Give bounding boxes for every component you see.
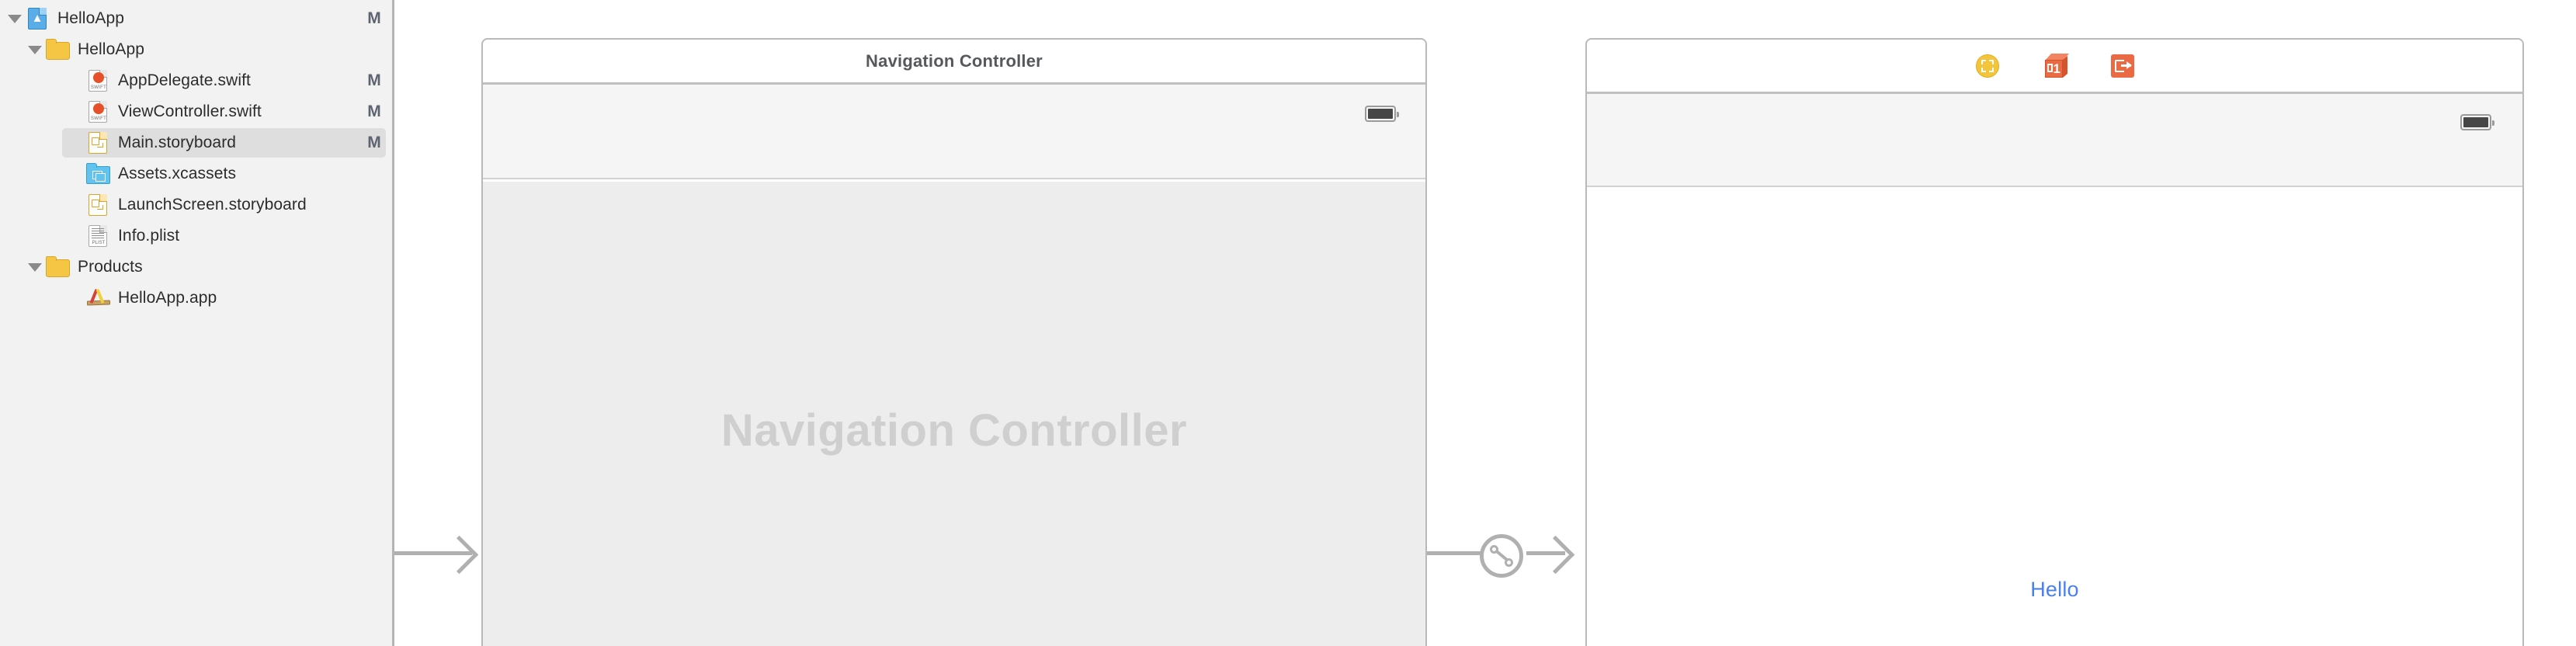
scene-dock[interactable]: 1 — [1587, 40, 2522, 94]
battery-full-icon — [1365, 106, 1399, 122]
view-controller-scene[interactable]: 1 Hello — [1585, 38, 2524, 646]
disclosure-triangle-icon[interactable] — [25, 262, 45, 272]
scene-body[interactable]: Hello — [1587, 189, 2522, 646]
navigator-row-helloapp-folder[interactable]: HelloApp — [0, 34, 392, 65]
segue-line-left — [1427, 551, 1483, 555]
navigator-row-helloapp-project[interactable]: ▲ HelloApp M — [0, 3, 392, 34]
navigator-row-label: ViewController.swift — [118, 102, 262, 120]
disclosure-triangle-icon[interactable] — [5, 14, 25, 23]
xcode-window: ▲ HelloApp M HelloApp SWIFT AppDelegate.… — [0, 0, 2576, 646]
navigation-controller-scene[interactable]: Navigation Controller Navigation Control… — [481, 38, 1427, 646]
navigator-row-label: HelloApp.app — [118, 289, 217, 307]
navigator-row-label: LaunchScreen.storyboard — [118, 196, 307, 214]
hello-label[interactable]: Hello — [1587, 578, 2522, 602]
disclosure-triangle-icon[interactable] — [25, 45, 45, 54]
status-badge: M — [367, 71, 381, 89]
status-badge: M — [367, 134, 381, 151]
swift-file-icon: SWIFT — [85, 68, 110, 93]
navigation-bar — [1587, 94, 2522, 187]
segue-arrowhead — [1536, 535, 1575, 575]
folder-icon — [45, 37, 70, 62]
swift-file-icon: SWIFT — [85, 99, 110, 124]
scene-title: Navigation Controller — [866, 50, 1043, 71]
folder-icon — [45, 255, 70, 280]
scene-body[interactable]: Navigation Controller — [483, 182, 1425, 646]
scene-header[interactable]: Navigation Controller — [483, 40, 1425, 85]
project-navigator[interactable]: ▲ HelloApp M HelloApp SWIFT AppDelegate.… — [0, 0, 394, 646]
navigator-row-label: Assets.xcassets — [118, 165, 237, 182]
scene-placeholder-title: Navigation Controller — [720, 405, 1188, 456]
view-controller-icon[interactable] — [1974, 53, 2001, 79]
storyboard-canvas[interactable]: Navigation Controller Navigation Control… — [394, 0, 2576, 646]
navigation-bar — [483, 85, 1425, 179]
storyboard-entry-point-arrow[interactable] — [394, 535, 484, 575]
navigator-row-products[interactable]: Products — [0, 252, 392, 283]
xcassets-icon — [85, 162, 110, 186]
first-responder-icon[interactable]: 1 — [2042, 53, 2069, 79]
navigator-row-assets-xcassets[interactable]: Assets.xcassets — [0, 158, 392, 189]
navigator-row-label: AppDelegate.swift — [118, 71, 251, 89]
status-badge: M — [367, 102, 381, 120]
navigator-row-label: HelloApp — [78, 40, 145, 58]
navigator-row-launchscreen-storyboard[interactable]: LaunchScreen.storyboard — [0, 189, 392, 221]
navigator-row-label: HelloApp — [57, 9, 125, 27]
plist-file-icon: PLIST — [85, 224, 110, 248]
battery-full-icon — [2460, 114, 2494, 130]
xcode-project-icon: ▲ — [25, 6, 50, 31]
root-view-controller-relationship-segue[interactable] — [1427, 534, 1590, 578]
status-badge: M — [367, 9, 381, 27]
relationship-segue-badge-icon[interactable] — [1480, 534, 1523, 578]
entry-point-arrowhead — [439, 535, 479, 575]
navigator-row-main-storyboard[interactable]: Main.storyboard M — [0, 127, 392, 158]
navigator-row-label: Products — [78, 258, 143, 276]
navigator-row-appdelegate-swift[interactable]: SWIFT AppDelegate.swift M — [0, 65, 392, 96]
storyboard-file-icon — [85, 130, 110, 155]
exit-icon[interactable] — [2109, 53, 2136, 79]
app-product-icon — [85, 286, 111, 311]
navigator-row-label: Main.storyboard — [118, 134, 237, 151]
navigator-row-info-plist[interactable]: PLIST Info.plist — [0, 221, 392, 252]
navigator-row-viewcontroller-swift[interactable]: SWIFT ViewController.swift M — [0, 96, 392, 127]
navigator-row-label: Info.plist — [118, 227, 180, 245]
navigator-row-helloapp-app[interactable]: HelloApp.app — [0, 283, 392, 314]
storyboard-file-icon — [85, 193, 110, 217]
